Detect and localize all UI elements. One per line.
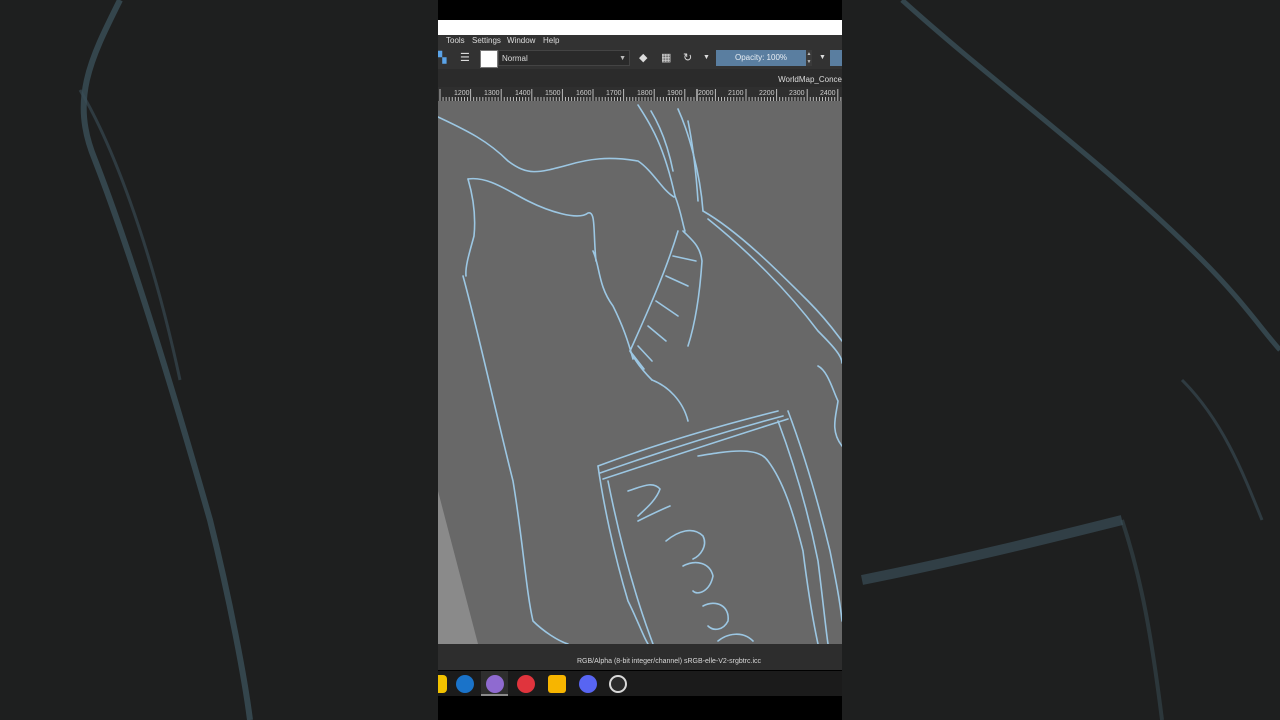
blend-mode-select[interactable]: Normal ▼: [498, 50, 630, 66]
krita-window: Tools Settings Window Help ▚ ☰ Normal ▼ …: [438, 0, 842, 720]
status-bar: RGB/Alpha (8-bit integer/channel) sRGB-e…: [438, 654, 842, 670]
document-tab[interactable]: WorldMap_Conce: [778, 75, 842, 84]
letterbox-bottom: [438, 696, 842, 720]
ruler-label: 1500: [545, 90, 561, 97]
opacity-spinner[interactable]: ▲ ▼: [806, 50, 812, 66]
blend-mode-value: Normal: [502, 54, 528, 63]
chevron-down-icon: ▼: [619, 55, 626, 62]
size-slider[interactable]: [830, 50, 842, 66]
color-profile-info: RGB/Alpha (8-bit integer/channel) sRGB-e…: [577, 658, 762, 665]
ruler-label: 1900: [667, 90, 683, 97]
folder-icon[interactable]: [438, 675, 447, 693]
foreground-color-swatch[interactable]: [480, 50, 498, 68]
ruler-label: 2300: [789, 90, 805, 97]
discord-icon[interactable]: [579, 675, 597, 693]
background-sketch-left: [78, 0, 253, 720]
menu-settings[interactable]: Settings: [472, 36, 501, 45]
horizontal-ruler: 1200 1300 1400 1500 1600 1700 1800 1900 …: [438, 87, 842, 101]
canvas-scrollbar-area: [438, 644, 842, 654]
krita-icon[interactable]: [486, 675, 504, 693]
document-tab-bar: WorldMap_Conce: [438, 69, 842, 87]
alpha-lock-icon[interactable]: ▦: [661, 51, 671, 64]
blurred-background-right: [842, 0, 1280, 720]
drawing-canvas[interactable]: [438, 101, 842, 644]
chrome-icon[interactable]: [548, 675, 566, 693]
ruler-label: 1400: [515, 90, 531, 97]
eraser-icon[interactable]: ◆: [639, 51, 647, 64]
ruler-label: 2400: [820, 90, 836, 97]
background-sketch-right: [861, 0, 1280, 720]
ruler-label: 1200: [454, 90, 470, 97]
sketch-strokes: [438, 104, 842, 644]
ruler-label: 2100: [728, 90, 744, 97]
chevron-down-icon[interactable]: ▼: [819, 54, 826, 61]
ruler-label: 1700: [606, 90, 622, 97]
ruler-label: 1600: [576, 90, 592, 97]
ruler-label: 2200: [759, 90, 775, 97]
windows-taskbar: [438, 671, 842, 696]
brush-presets-icon[interactable]: ▚: [438, 51, 446, 64]
menu-help[interactable]: Help: [543, 36, 559, 45]
opacity-slider[interactable]: Opacity: 100%: [716, 50, 806, 66]
reload-preset-icon[interactable]: ↻: [683, 51, 692, 64]
ruler-label: 1300: [484, 90, 500, 97]
edge-icon[interactable]: [456, 675, 474, 693]
ruler-label: 1800: [637, 90, 653, 97]
canvas-edge: [438, 491, 478, 644]
window-titlebar: [438, 20, 842, 35]
blurred-background-left: [0, 0, 438, 720]
tool-options-bar: ▚ ☰ Normal ▼ ◆ ▦ ↻ ▼ Opacity: 100% ▲ ▼ ▼: [438, 47, 842, 69]
menu-window[interactable]: Window: [507, 36, 535, 45]
brush-settings-icon[interactable]: ☰: [460, 51, 470, 64]
menu-bar: Tools Settings Window Help: [438, 35, 842, 47]
menu-tools[interactable]: Tools: [446, 36, 465, 45]
vivaldi-icon[interactable]: [517, 675, 535, 693]
chevron-down-icon[interactable]: ▼: [703, 54, 710, 61]
ruler-label: 2000: [698, 90, 714, 97]
obs-icon[interactable]: [609, 675, 627, 693]
